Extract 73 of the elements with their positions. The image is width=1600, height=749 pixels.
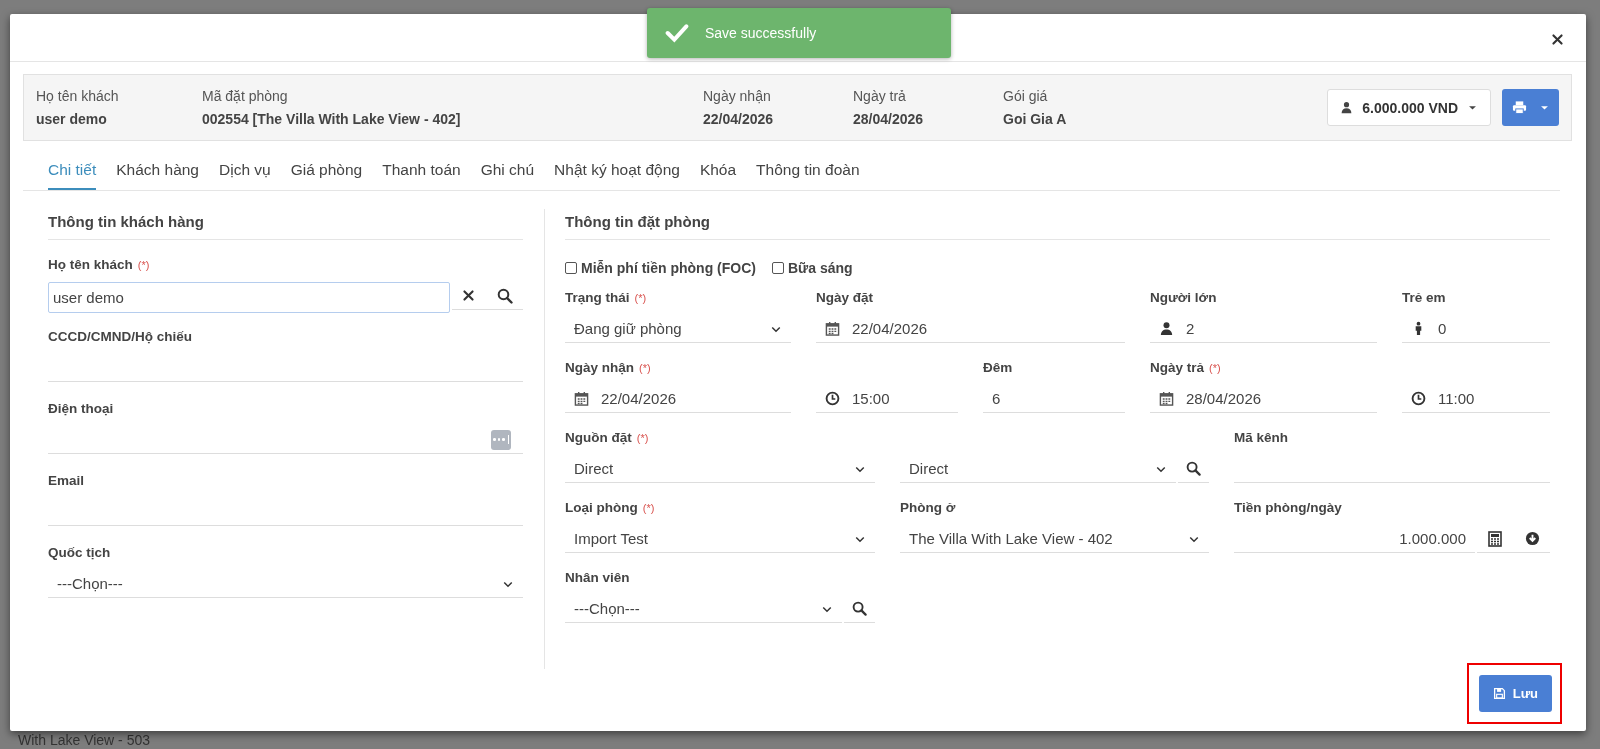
print-button[interactable] — [1502, 89, 1559, 126]
field-label: Loại phòng — [565, 500, 638, 515]
search-icon — [497, 287, 513, 304]
download-icon — [1525, 531, 1540, 546]
required-mark: (*) — [639, 362, 651, 374]
field-label: Trạng thái — [565, 290, 630, 305]
field-label: CCCD/CMND/Hộ chiếu — [48, 329, 192, 344]
close-icon — [1551, 33, 1564, 46]
tab[interactable]: Khách hàng — [116, 152, 199, 190]
calendar-icon — [574, 391, 589, 406]
section-heading: Thông tin đặt phòng — [565, 209, 1550, 240]
search-icon — [1186, 461, 1201, 476]
tab[interactable]: Giá phòng — [290, 152, 363, 190]
tab[interactable]: Dịch vụ — [219, 152, 271, 190]
tab[interactable]: Nhật ký hoạt động — [554, 152, 680, 190]
tab[interactable]: Ghi chú — [480, 152, 535, 190]
close-button[interactable] — [1549, 31, 1566, 48]
save-button[interactable]: Lưu — [1478, 675, 1552, 712]
field-label: Điện thoại — [48, 401, 114, 416]
field-label: Nguồn đặt — [565, 430, 632, 445]
field-label: Phòng ở — [900, 500, 956, 515]
check-icon — [665, 21, 689, 45]
field-label: Nhân viên — [565, 570, 630, 585]
required-mark: (*) — [642, 502, 655, 514]
checkbox[interactable] — [771, 262, 784, 274]
summary-label: Mã đặt phòng — [202, 88, 289, 104]
field-label: Họ tên khách — [48, 257, 133, 272]
summary-label: Ngày trả — [853, 88, 907, 104]
summary-label: Họ tên khách — [36, 88, 120, 104]
person-icon — [1159, 321, 1174, 336]
amount-button[interactable]: 6.000.000 VND — [1327, 89, 1491, 126]
required-mark: (*) — [137, 259, 150, 271]
field-label: Đêm — [983, 360, 1013, 375]
input-field[interactable]: user demo — [48, 282, 450, 313]
required-mark: (*) — [1209, 362, 1221, 374]
calendar-icon — [825, 321, 840, 336]
summary-value: Goi Gia A — [1003, 111, 1068, 127]
field-label: Mã kênh — [1234, 430, 1288, 445]
summary-label: Gói giá — [1003, 88, 1049, 104]
person-icon — [1340, 101, 1354, 114]
required-mark: (*) — [636, 432, 649, 444]
clock-icon — [825, 391, 840, 406]
summary-value: 002554 [The Villa With Lake View - 402] — [202, 111, 462, 127]
field-label: Tiền phòng/ngày — [1234, 500, 1342, 515]
clear-icon — [462, 289, 475, 302]
toast-message: Save successfully — [705, 25, 817, 41]
field-label: Quốc tịch — [48, 545, 111, 560]
checkbox-label: Bữa sáng — [787, 260, 853, 276]
clock-icon — [1411, 391, 1426, 406]
calendar-icon — [1159, 391, 1174, 406]
summary-value: user demo — [36, 111, 108, 127]
field-label: Ngày đặt — [816, 290, 873, 305]
tab[interactable]: Thông tin đoàn — [756, 152, 860, 190]
calculator-icon — [1487, 530, 1503, 547]
checkbox[interactable] — [565, 262, 577, 274]
more-icon[interactable] — [491, 429, 511, 450]
required-mark: (*) — [634, 292, 647, 304]
summary-value: 22/04/2026 — [703, 111, 775, 127]
background-text: With Lake View - 503 — [18, 732, 151, 748]
tab[interactable]: Thanh toán — [382, 152, 461, 190]
checkbox-label: Miễn phí tiền phòng (FOC) — [581, 260, 756, 276]
tab[interactable]: Chi tiết — [48, 152, 97, 190]
summary-value: 28/04/2026 — [853, 111, 925, 127]
field-label: Email — [48, 473, 85, 488]
field-label: Trẻ em — [1402, 290, 1446, 305]
tab[interactable]: Khóa — [699, 152, 737, 190]
field-label: Ngày trả — [1150, 360, 1205, 375]
summary-label: Ngày nhận — [703, 88, 772, 104]
section-heading: Thông tin khách hàng — [48, 209, 523, 240]
search-icon — [852, 601, 867, 616]
field-label: Người lớn — [1150, 290, 1217, 305]
field-label: Ngày nhận — [565, 360, 634, 375]
printer-icon — [1511, 100, 1527, 115]
